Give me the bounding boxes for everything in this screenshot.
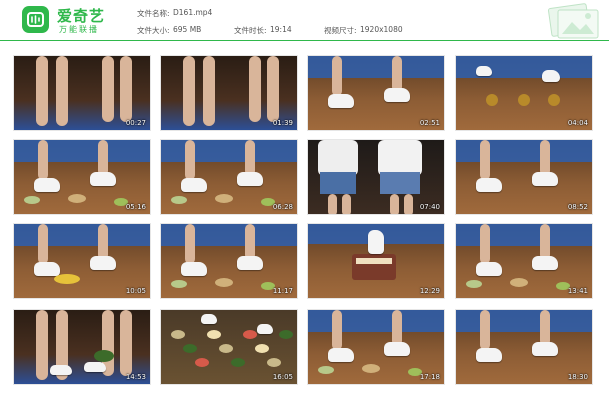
thumbnail-timestamp: 04:04 bbox=[567, 119, 588, 127]
video-thumbnail[interactable]: 08:52 bbox=[455, 139, 593, 215]
thumbnail-timestamp: 08:52 bbox=[567, 203, 588, 211]
resolution-label: 视频尺寸: bbox=[324, 26, 357, 35]
file-name-label: 文件名称: bbox=[137, 9, 170, 18]
video-thumbnail[interactable]: 12:29 bbox=[307, 223, 445, 299]
file-name-value: D161.mp4 bbox=[173, 8, 213, 17]
file-size-value: 695 MB bbox=[173, 25, 202, 34]
video-thumbnail[interactable]: 05:16 bbox=[13, 139, 151, 215]
video-thumbnail[interactable]: 17:18 bbox=[307, 309, 445, 385]
video-thumbnail[interactable]: 04:04 bbox=[455, 55, 593, 131]
video-thumbnail[interactable]: 06:28 bbox=[160, 139, 298, 215]
video-thumbnail[interactable]: 13:41 bbox=[455, 223, 593, 299]
thumbnail-timestamp: 12:29 bbox=[419, 287, 440, 295]
video-thumbnail[interactable]: 16:05 bbox=[160, 309, 298, 385]
decorative-images-icon bbox=[547, 3, 599, 39]
resolution-value: 1920x1080 bbox=[360, 25, 403, 34]
video-thumbnail[interactable]: 00:27 bbox=[13, 55, 151, 131]
video-thumbnail[interactable]: 01:39 bbox=[160, 55, 298, 131]
thumbnail-timestamp: 02:51 bbox=[419, 119, 440, 127]
file-size-label: 文件大小: bbox=[137, 26, 170, 35]
thumbnail-timestamp: 07:40 bbox=[419, 203, 440, 211]
thumbnail-timestamp: 10:05 bbox=[125, 287, 146, 295]
video-thumbnail[interactable]: 11:17 bbox=[160, 223, 298, 299]
iqiyi-logo-icon bbox=[22, 6, 49, 33]
video-thumbnail[interactable]: 07:40 bbox=[307, 139, 445, 215]
video-thumbnail[interactable]: 02:51 bbox=[307, 55, 445, 131]
thumbnail-timestamp: 11:17 bbox=[272, 287, 293, 295]
brand-subtitle: 万能联播 bbox=[59, 25, 99, 34]
thumbnail-timestamp: 16:05 bbox=[272, 373, 293, 381]
duration-label: 文件时长: bbox=[234, 26, 267, 35]
duration-value: 19:14 bbox=[270, 25, 292, 34]
video-thumbnail[interactable]: 18:30 bbox=[455, 309, 593, 385]
thumbnail-timestamp: 18:30 bbox=[567, 373, 588, 381]
thumbnail-timestamp: 13:41 bbox=[567, 287, 588, 295]
thumbnail-timestamp: 06:28 bbox=[272, 203, 293, 211]
brand-name: 爱奇艺 bbox=[57, 7, 106, 25]
header-divider bbox=[0, 40, 609, 41]
thumbnail-timestamp: 05:16 bbox=[125, 203, 146, 211]
thumbnail-timestamp: 01:39 bbox=[272, 119, 293, 127]
thumbnail-timestamp: 14:53 bbox=[125, 373, 146, 381]
header: 爱奇艺 万能联播 文件名称: D161.mp4 文件大小: 695 MB 文件时… bbox=[0, 0, 609, 40]
video-thumbnail[interactable]: 10:05 bbox=[13, 223, 151, 299]
thumbnail-timestamp: 00:27 bbox=[125, 119, 146, 127]
video-thumbnail[interactable]: 14:53 bbox=[13, 309, 151, 385]
thumbnail-timestamp: 17:18 bbox=[419, 373, 440, 381]
